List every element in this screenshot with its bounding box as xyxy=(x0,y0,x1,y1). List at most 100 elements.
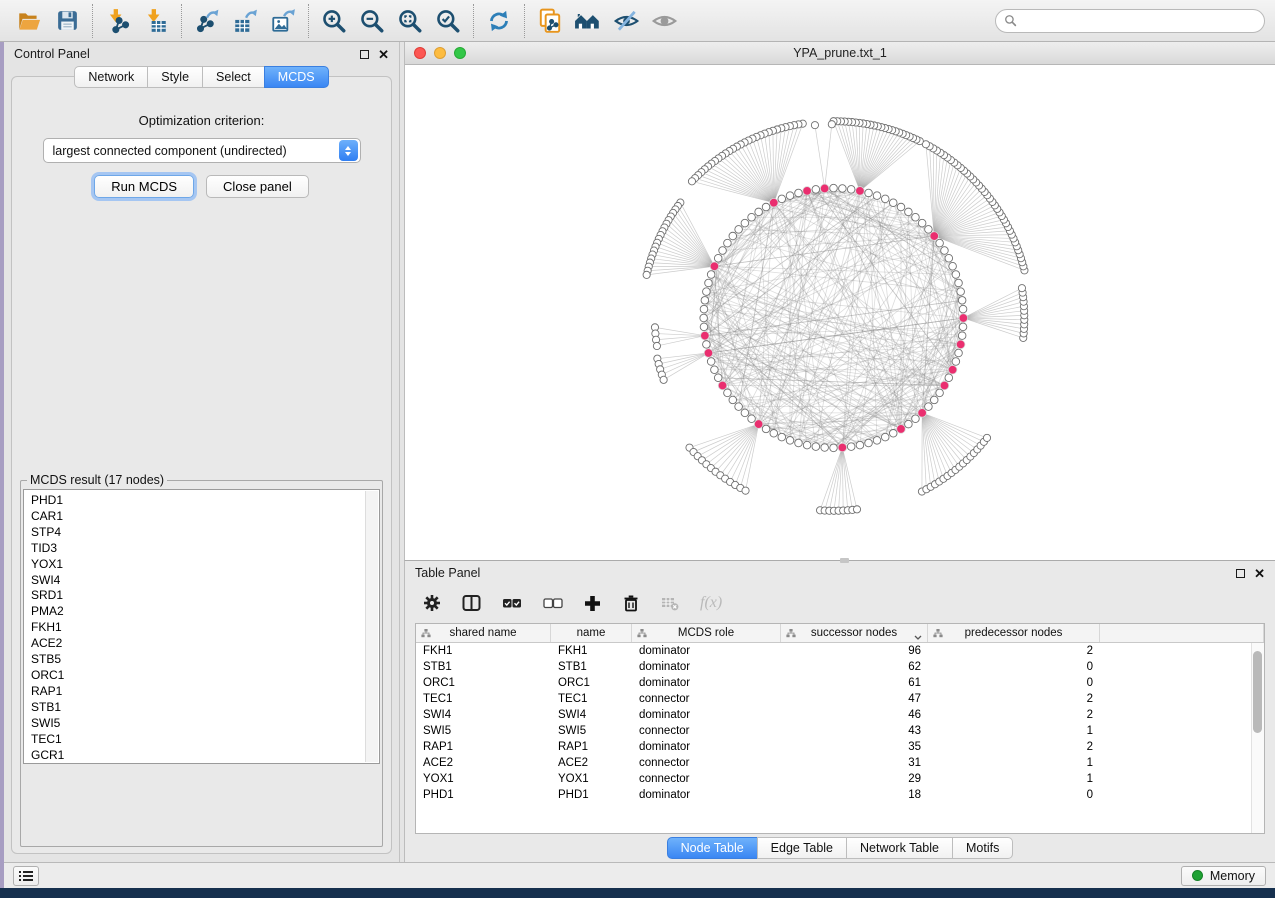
table-row[interactable]: FKH1FKH1dominator962 xyxy=(416,643,1264,659)
mcds-result-item[interactable]: TEC1 xyxy=(31,732,365,748)
network-node[interactable] xyxy=(830,444,838,452)
network-node[interactable] xyxy=(958,332,966,340)
network-node[interactable] xyxy=(912,213,920,221)
tab-style[interactable]: Style xyxy=(147,66,203,88)
network-node[interactable] xyxy=(959,305,967,313)
tab-motifs[interactable]: Motifs xyxy=(952,837,1013,859)
network-node[interactable] xyxy=(748,415,756,423)
table-row[interactable]: TEC1TEC1connector472 xyxy=(416,691,1264,707)
network-node[interactable] xyxy=(847,443,855,451)
show-all-button[interactable] xyxy=(645,3,683,39)
network-node[interactable] xyxy=(873,192,881,200)
network-node[interactable] xyxy=(865,189,873,197)
network-canvas-area[interactable] xyxy=(405,65,1275,560)
network-node[interactable] xyxy=(936,239,944,247)
table-row[interactable]: SWI5SWI5connector431 xyxy=(416,723,1264,739)
delete-column-button[interactable] xyxy=(622,594,640,612)
network-node[interactable] xyxy=(930,396,938,404)
task-history-button[interactable] xyxy=(13,866,39,886)
tab-select[interactable]: Select xyxy=(202,66,265,88)
network-node[interactable] xyxy=(812,186,820,194)
network-node[interactable] xyxy=(955,279,963,287)
network-node[interactable] xyxy=(748,213,756,221)
network-node[interactable] xyxy=(941,247,949,255)
column-header-successor-nodes[interactable]: successor nodes xyxy=(781,624,928,642)
network-node[interactable] xyxy=(660,376,667,383)
mcds-node[interactable] xyxy=(930,232,939,241)
tab-network-table[interactable]: Network Table xyxy=(846,837,953,859)
network-node[interactable] xyxy=(905,208,913,216)
list-scrollbar[interactable] xyxy=(365,491,378,762)
function-builder-button[interactable]: f(x) xyxy=(700,594,722,612)
network-node[interactable] xyxy=(925,226,933,234)
network-node[interactable] xyxy=(724,239,732,247)
network-node[interactable] xyxy=(881,195,889,203)
network-node[interactable] xyxy=(918,219,926,227)
mcds-result-item[interactable]: STP4 xyxy=(31,525,365,541)
export-network-button[interactable] xyxy=(188,3,226,39)
close-table-panel-icon[interactable]: ✕ xyxy=(1254,567,1265,580)
mcds-result-item[interactable]: PMA2 xyxy=(31,604,365,620)
mcds-result-item[interactable]: SWI4 xyxy=(31,573,365,589)
network-node[interactable] xyxy=(735,403,743,411)
network-node[interactable] xyxy=(945,254,953,262)
network-node[interactable] xyxy=(811,122,818,129)
network-node[interactable] xyxy=(714,254,722,262)
network-node[interactable] xyxy=(700,314,708,322)
network-node[interactable] xyxy=(936,389,944,397)
network-node[interactable] xyxy=(795,189,803,197)
splitter-grip[interactable] xyxy=(840,558,849,563)
mcds-result-item[interactable]: FKH1 xyxy=(31,620,365,636)
network-node[interactable] xyxy=(830,184,838,192)
network-node[interactable] xyxy=(795,439,803,447)
table-row[interactable]: ACE2ACE2connector311 xyxy=(416,755,1264,771)
delete-table-button[interactable] xyxy=(661,595,679,611)
mcds-result-item[interactable]: ACE2 xyxy=(31,636,365,652)
network-node[interactable] xyxy=(839,185,847,193)
network-node[interactable] xyxy=(786,437,794,445)
network-node[interactable] xyxy=(856,441,864,449)
mcds-node[interactable] xyxy=(803,187,812,196)
export-image-button[interactable] xyxy=(264,3,302,39)
mcds-result-item[interactable]: CAR1 xyxy=(31,509,365,525)
column-header-shared-name[interactable]: shared name xyxy=(416,624,551,642)
mcds-node[interactable] xyxy=(769,198,778,207)
network-node[interactable] xyxy=(881,433,889,441)
network-node[interactable] xyxy=(786,192,794,200)
mcds-result-item[interactable]: ORC1 xyxy=(31,668,365,684)
network-node[interactable] xyxy=(688,178,695,185)
network-node[interactable] xyxy=(873,437,881,445)
network-node[interactable] xyxy=(741,409,749,417)
table-row[interactable]: PHD1PHD1dominator180 xyxy=(416,787,1264,803)
table-row[interactable]: ORC1ORC1dominator610 xyxy=(416,675,1264,691)
network-node[interactable] xyxy=(949,262,957,270)
table-row[interactable]: RAP1RAP1dominator352 xyxy=(416,739,1264,755)
network-node[interactable] xyxy=(705,279,713,287)
mcds-result-item[interactable]: STB1 xyxy=(31,700,365,716)
mcds-result-item[interactable]: SWI5 xyxy=(31,716,365,732)
network-node[interactable] xyxy=(905,420,913,428)
network-node[interactable] xyxy=(724,389,732,397)
zoom-selected-button[interactable] xyxy=(429,3,467,39)
network-node[interactable] xyxy=(958,297,966,305)
network-node[interactable] xyxy=(865,439,873,447)
zoom-in-button[interactable] xyxy=(315,3,353,39)
mcds-node[interactable] xyxy=(754,420,763,429)
mcds-node[interactable] xyxy=(820,184,829,193)
mcds-result-item[interactable]: RAP1 xyxy=(31,684,365,700)
mcds-node[interactable] xyxy=(918,409,927,418)
zoom-fit-button[interactable] xyxy=(391,3,429,39)
table-row[interactable]: STB1STB1dominator620 xyxy=(416,659,1264,675)
network-node[interactable] xyxy=(735,226,743,234)
mcds-node[interactable] xyxy=(704,349,713,358)
network-node[interactable] xyxy=(897,203,905,211)
mcds-node[interactable] xyxy=(940,381,949,390)
network-node[interactable] xyxy=(707,271,715,279)
network-node[interactable] xyxy=(711,366,719,374)
open-session-button[interactable] xyxy=(10,3,48,39)
zoom-out-button[interactable] xyxy=(353,3,391,39)
mcds-node[interactable] xyxy=(838,443,847,452)
column-header-name[interactable]: name xyxy=(551,624,632,642)
mcds-node[interactable] xyxy=(948,365,957,374)
mcds-result-item[interactable]: SRD1 xyxy=(31,588,365,604)
